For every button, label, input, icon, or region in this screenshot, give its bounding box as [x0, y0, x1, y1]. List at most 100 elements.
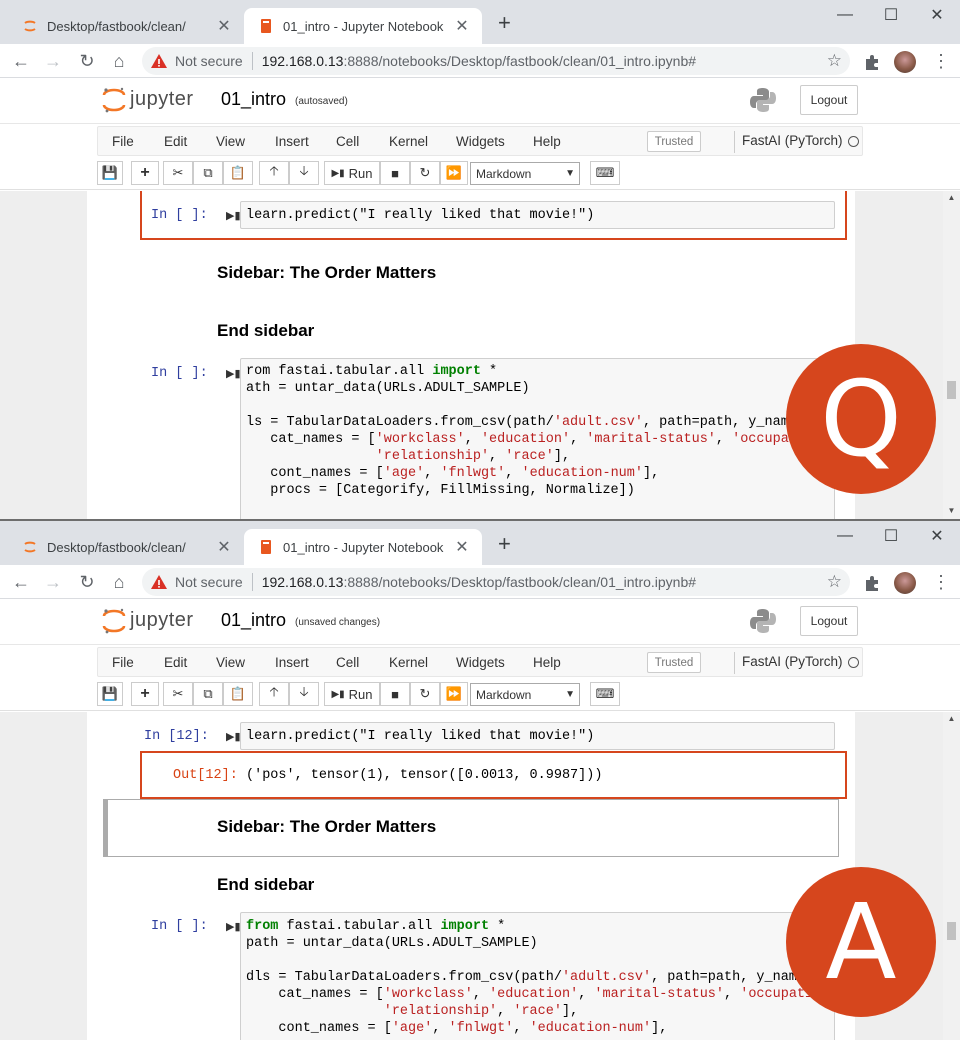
- profile-avatar[interactable]: [894, 572, 916, 594]
- run-button[interactable]: ▶▮ Run: [324, 161, 380, 185]
- home-icon[interactable]: ⌂: [106, 569, 132, 595]
- code-cell-tabular[interactable]: rom fastai.tabular.all import * ath = unt…: [240, 358, 835, 520]
- menu-help[interactable]: Help: [533, 134, 561, 149]
- menu-file[interactable]: File: [112, 655, 134, 670]
- home-icon[interactable]: ⌂: [106, 48, 132, 74]
- tab-close-icon[interactable]: ✕: [452, 537, 472, 557]
- minimize-button[interactable]: —: [822, 521, 868, 551]
- code-cell-predict[interactable]: learn.predict("I really liked that movie…: [240, 722, 835, 750]
- forward-arrow-icon[interactable]: →: [40, 569, 66, 595]
- browser-tab-notebook[interactable]: 01_intro - Jupyter Notebook ✕: [244, 8, 482, 44]
- menu-kernel[interactable]: Kernel: [389, 655, 428, 670]
- maximize-button[interactable]: ☐: [868, 0, 914, 30]
- menu-insert[interactable]: Insert: [275, 655, 309, 670]
- cell-type-select[interactable]: Markdown ▼: [470, 162, 580, 185]
- menu-file[interactable]: File: [112, 134, 134, 149]
- paste-icon[interactable]: 📋: [223, 161, 253, 185]
- menu-view[interactable]: View: [216, 655, 245, 670]
- insert-cell-icon[interactable]: +: [131, 161, 159, 185]
- tab-close-icon[interactable]: ✕: [214, 537, 234, 557]
- reload-icon[interactable]: ↻: [74, 569, 100, 595]
- menu-edit[interactable]: Edit: [164, 655, 187, 670]
- restart-icon[interactable]: ↻: [410, 161, 440, 185]
- paste-icon[interactable]: 📋: [223, 682, 253, 706]
- extensions-puzzle-icon[interactable]: [862, 52, 882, 72]
- trusted-badge[interactable]: Trusted: [647, 131, 701, 152]
- stop-icon[interactable]: ■: [380, 682, 410, 706]
- notebook-name[interactable]: 01_intro: [221, 89, 286, 110]
- save-icon[interactable]: 💾: [97, 161, 123, 185]
- copy-icon[interactable]: ⧉: [193, 682, 223, 706]
- move-down-icon[interactable]: 🡣: [289, 161, 319, 185]
- address-bar[interactable]: Not secure 192.168.0.13 :8888/notebooks/…: [142, 568, 850, 596]
- notebook-scrollbar[interactable]: ▲ ▼: [943, 191, 960, 520]
- code-cell-tabular[interactable]: from fastai.tabular.all import * path = u…: [240, 912, 835, 1040]
- reload-icon[interactable]: ↻: [74, 48, 100, 74]
- save-icon[interactable]: 💾: [97, 682, 123, 706]
- extensions-puzzle-icon[interactable]: [862, 573, 882, 593]
- new-tab-button[interactable]: +: [498, 532, 511, 556]
- keyboard-icon[interactable]: ⌨: [590, 682, 620, 706]
- jupyter-logo-icon[interactable]: [102, 607, 126, 635]
- notebook-scrollbar[interactable]: ▲: [943, 712, 960, 1040]
- bookmark-star-icon[interactable]: ☆: [827, 572, 842, 592]
- run-button[interactable]: ▶▮ Run: [324, 682, 380, 706]
- run-cell-icon[interactable]: ▶▮: [226, 367, 241, 380]
- menu-help[interactable]: Help: [533, 655, 561, 670]
- browser-menu-icon[interactable]: ⋮: [932, 50, 950, 72]
- restart-icon[interactable]: ↻: [410, 682, 440, 706]
- insert-cell-icon[interactable]: +: [131, 682, 159, 706]
- menu-view[interactable]: View: [216, 134, 245, 149]
- notebook-name[interactable]: 01_intro: [221, 610, 286, 631]
- back-arrow-icon[interactable]: ←: [8, 48, 34, 74]
- browser-tab-notebook[interactable]: 01_intro - Jupyter Notebook ✕: [244, 529, 482, 565]
- close-window-button[interactable]: ✕: [914, 521, 960, 551]
- scroll-up-icon[interactable]: ▲: [943, 714, 960, 723]
- cell-type-select[interactable]: Markdown ▼: [470, 683, 580, 706]
- menu-edit[interactable]: Edit: [164, 134, 187, 149]
- menu-kernel[interactable]: Kernel: [389, 134, 428, 149]
- new-tab-button[interactable]: +: [498, 11, 511, 35]
- forward-arrow-icon[interactable]: →: [40, 48, 66, 74]
- scroll-thumb[interactable]: [947, 922, 956, 940]
- close-window-button[interactable]: ✕: [914, 0, 960, 30]
- tab-close-icon[interactable]: ✕: [452, 16, 472, 36]
- keyboard-icon[interactable]: ⌨: [590, 161, 620, 185]
- profile-avatar[interactable]: [894, 51, 916, 73]
- logout-button[interactable]: Logout: [800, 85, 858, 115]
- browser-tab-directory[interactable]: Desktop/fastbook/clean/ ✕: [8, 8, 244, 44]
- screenshot-top: Desktop/fastbook/clean/ ✕ 01_intro - Jup…: [0, 0, 960, 520]
- menu-widgets[interactable]: Widgets: [456, 655, 505, 670]
- run-cell-icon[interactable]: ▶▮: [226, 920, 241, 933]
- browser-menu-icon[interactable]: ⋮: [932, 571, 950, 593]
- jupyter-logo-icon[interactable]: [102, 86, 126, 114]
- stop-icon[interactable]: ■: [380, 161, 410, 185]
- scroll-up-icon[interactable]: ▲: [943, 193, 960, 202]
- minimize-button[interactable]: —: [822, 0, 868, 30]
- selected-markdown-cell[interactable]: [103, 799, 839, 857]
- cut-icon[interactable]: ✂: [163, 161, 193, 185]
- menu-cell[interactable]: Cell: [336, 134, 359, 149]
- move-up-icon[interactable]: 🡡: [259, 682, 289, 706]
- copy-icon[interactable]: ⧉: [193, 161, 223, 185]
- move-down-icon[interactable]: 🡣: [289, 682, 319, 706]
- menu-insert[interactable]: Insert: [275, 134, 309, 149]
- tab-close-icon[interactable]: ✕: [214, 16, 234, 36]
- scroll-down-icon[interactable]: ▼: [943, 506, 960, 515]
- trusted-badge[interactable]: Trusted: [647, 652, 701, 673]
- fast-forward-icon[interactable]: ⏩: [440, 682, 468, 706]
- bookmark-star-icon[interactable]: ☆: [827, 51, 842, 71]
- cut-icon[interactable]: ✂: [163, 682, 193, 706]
- back-arrow-icon[interactable]: ←: [8, 569, 34, 595]
- move-up-icon[interactable]: 🡡: [259, 161, 289, 185]
- kernel-name: FastAI (PyTorch): [742, 133, 843, 148]
- fast-forward-icon[interactable]: ⏩: [440, 161, 468, 185]
- scroll-thumb[interactable]: [947, 381, 956, 399]
- menu-widgets[interactable]: Widgets: [456, 134, 505, 149]
- menu-cell[interactable]: Cell: [336, 655, 359, 670]
- address-bar[interactable]: Not secure 192.168.0.13 :8888/notebooks/…: [142, 47, 850, 75]
- run-cell-icon[interactable]: ▶▮: [226, 730, 241, 743]
- browser-tab-directory[interactable]: Desktop/fastbook/clean/ ✕: [8, 529, 244, 565]
- logout-button[interactable]: Logout: [800, 606, 858, 636]
- maximize-button[interactable]: ☐: [868, 521, 914, 551]
